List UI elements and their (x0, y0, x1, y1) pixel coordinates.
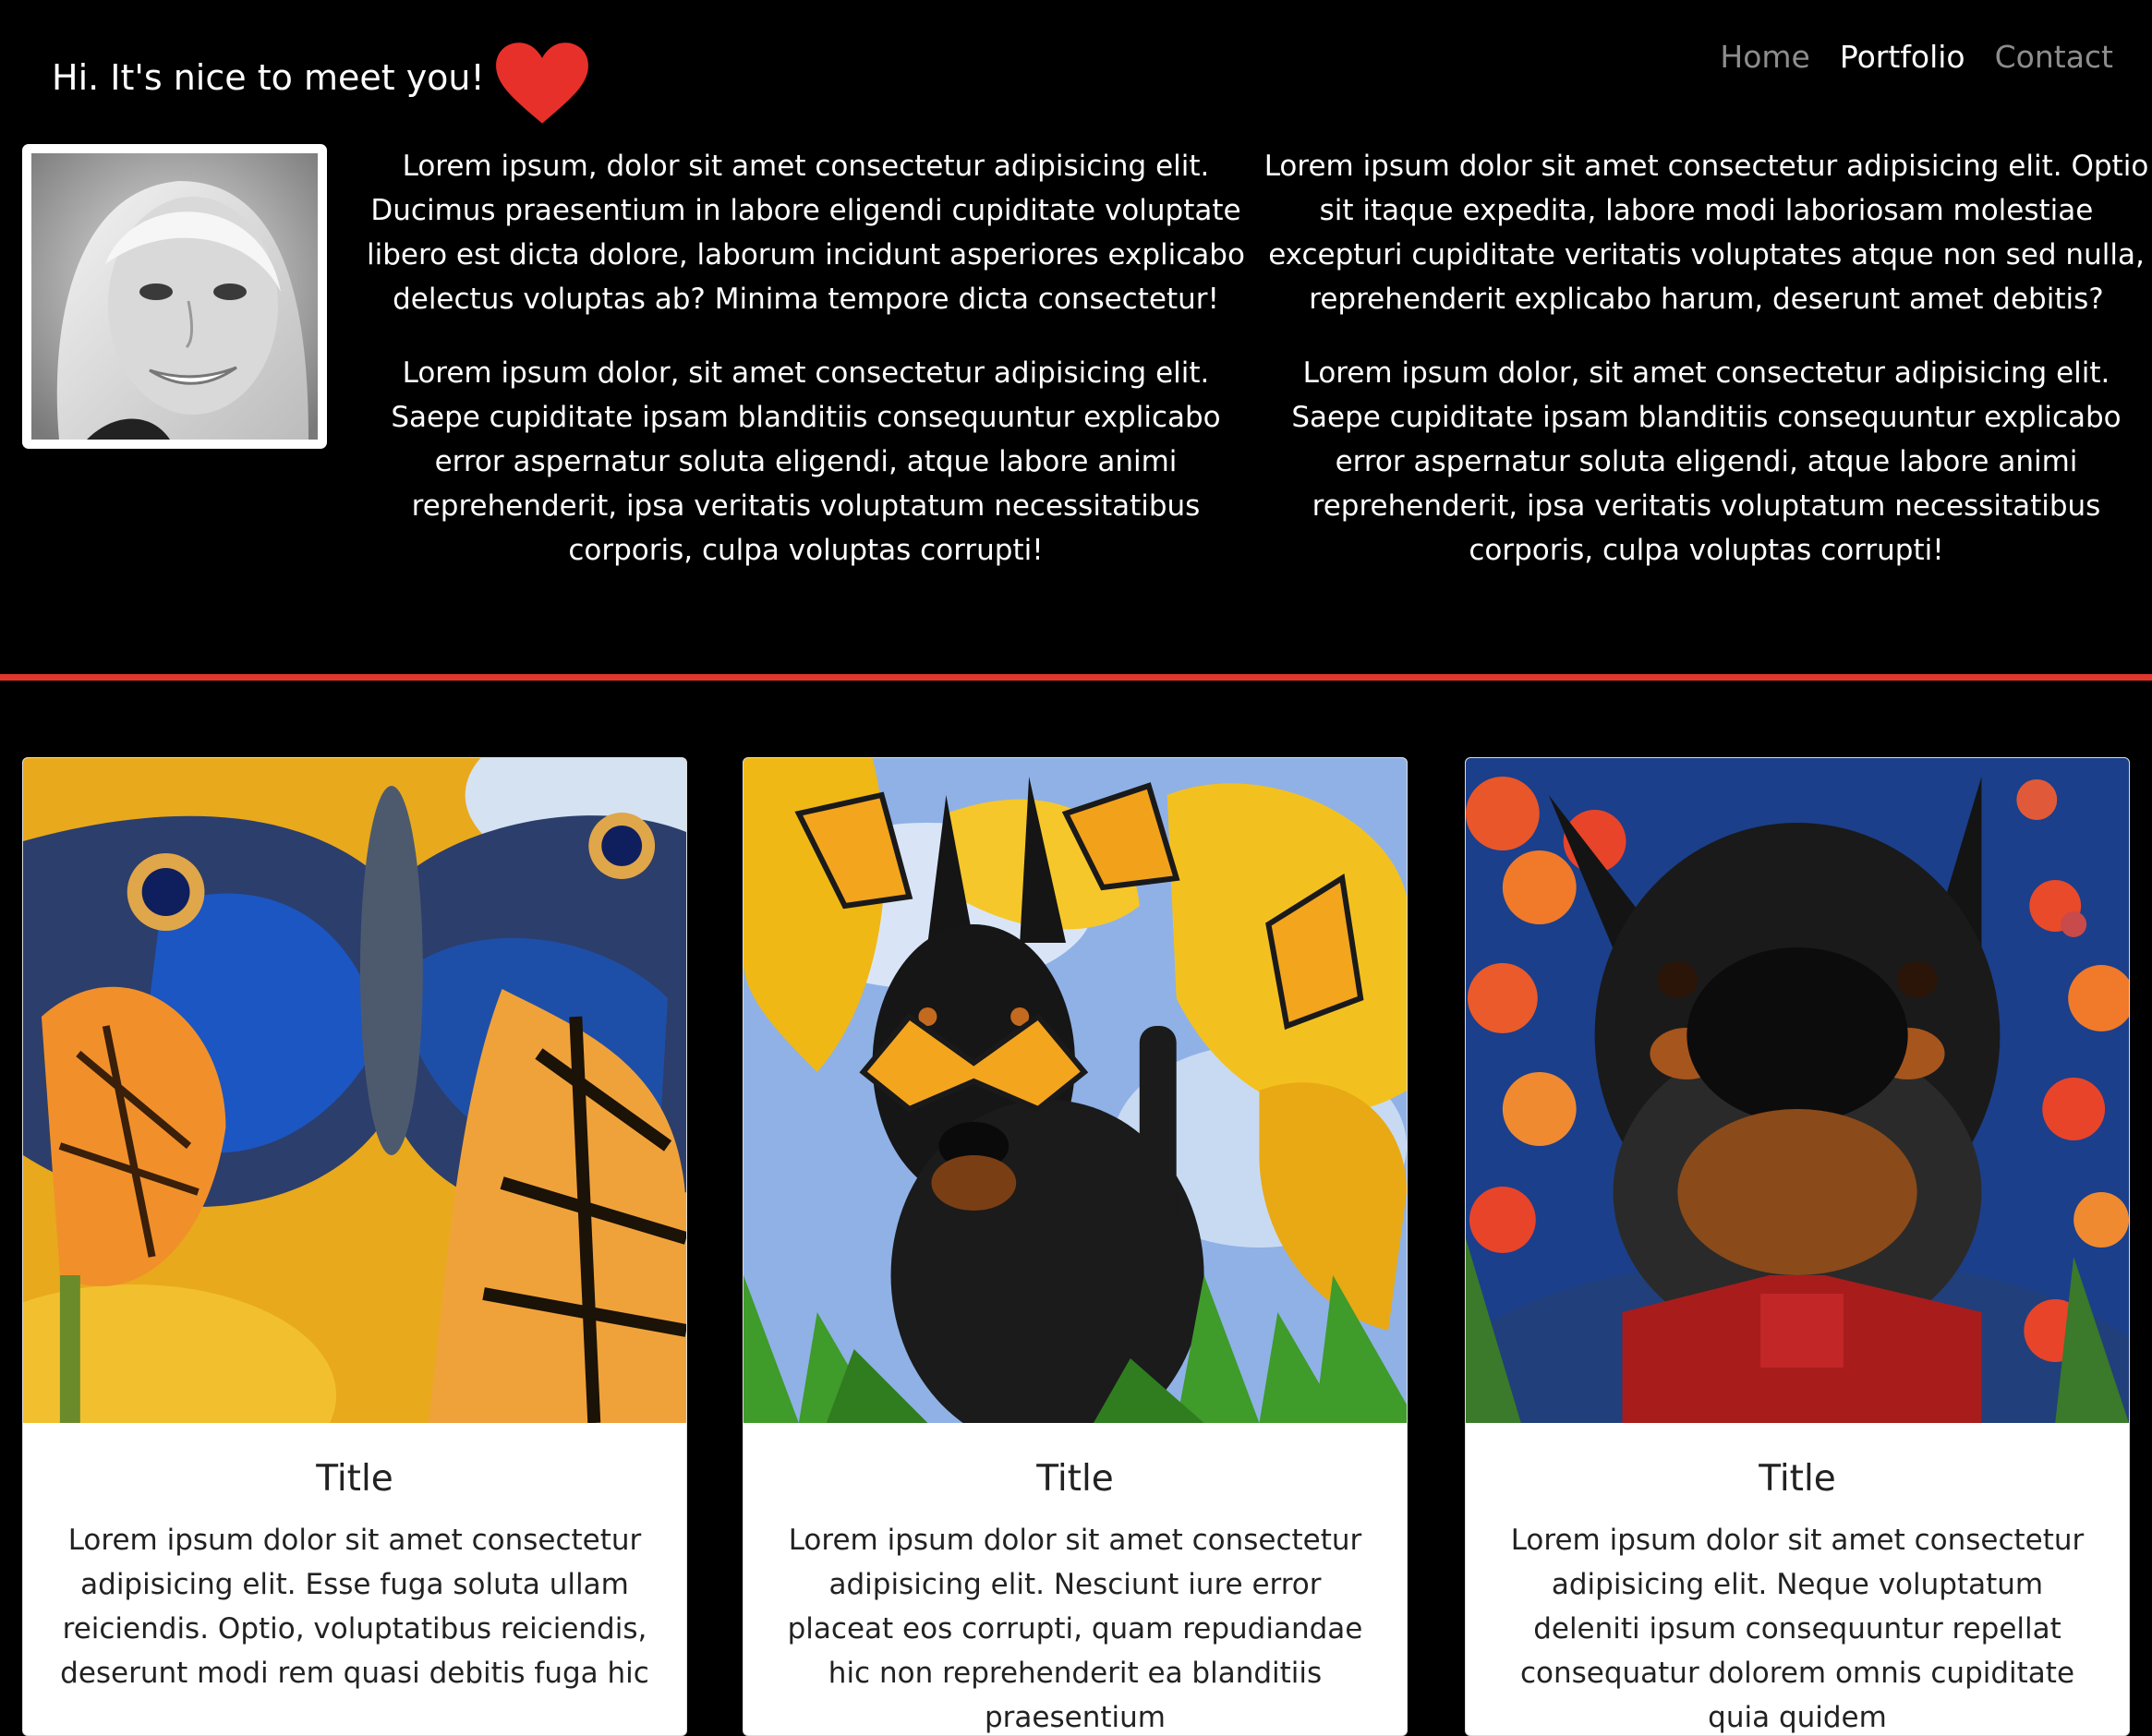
about-column-2: Lorem ipsum dolor sit amet consectetur a… (1256, 144, 2152, 602)
about-paragraph: Lorem ipsum dolor sit amet consectetur a… (1263, 150, 2149, 316)
dog-butterflies-image[interactable] (744, 758, 1407, 1423)
portfolio-card[interactable]: Title Lorem ipsum dolor sit amet consect… (1465, 757, 2130, 1736)
portfolio-card[interactable]: Title Lorem ipsum dolor sit amet consect… (743, 757, 1408, 1736)
nav-link-portfolio[interactable]: Portfolio (1840, 39, 1965, 75)
about-column-1: Lorem ipsum, dolor sit amet consectetur … (356, 144, 1256, 602)
navbar: Hi. It's nice to meet you! Home Portfoli… (0, 0, 2152, 124)
portfolio-card[interactable]: Title Lorem ipsum dolor sit amet consect… (22, 757, 687, 1736)
dog-bowtie-image[interactable] (1466, 758, 2129, 1423)
butterflies-image[interactable] (23, 758, 686, 1423)
card-title: Title (1759, 1458, 1836, 1500)
card-text: Lorem ipsum dolor sit amet consectetur a… (787, 1524, 1363, 1734)
section-divider (0, 674, 2152, 681)
brand[interactable]: Hi. It's nice to meet you! (52, 28, 590, 127)
profile-photo (31, 153, 318, 440)
about-paragraph: Lorem ipsum dolor, sit amet consectetur … (1291, 356, 2122, 567)
card-text: Lorem ipsum dolor sit amet consectetur a… (1510, 1524, 2085, 1734)
card-title: Title (316, 1458, 393, 1500)
profile-photo-frame (22, 144, 327, 449)
about-paragraph: Lorem ipsum, dolor sit amet consectetur … (367, 150, 1245, 316)
nav-link-home[interactable]: Home (1720, 39, 1809, 75)
nav-link-contact[interactable]: Contact (1995, 39, 2113, 75)
heart-icon (495, 42, 588, 124)
card-body: Title Lorem ipsum dolor sit amet consect… (744, 1423, 1407, 1735)
nav-links: Home Portfolio Contact (1720, 39, 2113, 75)
about-paragraph: Lorem ipsum dolor, sit amet consectetur … (391, 356, 1221, 567)
card-title: Title (1036, 1458, 1114, 1500)
brand-text[interactable]: Hi. It's nice to meet you! (52, 57, 485, 98)
card-body: Title Lorem ipsum dolor sit amet consect… (23, 1423, 686, 1695)
card-text: Lorem ipsum dolor sit amet consectetur a… (60, 1524, 649, 1690)
card-body: Title Lorem ipsum dolor sit amet consect… (1466, 1423, 2129, 1735)
